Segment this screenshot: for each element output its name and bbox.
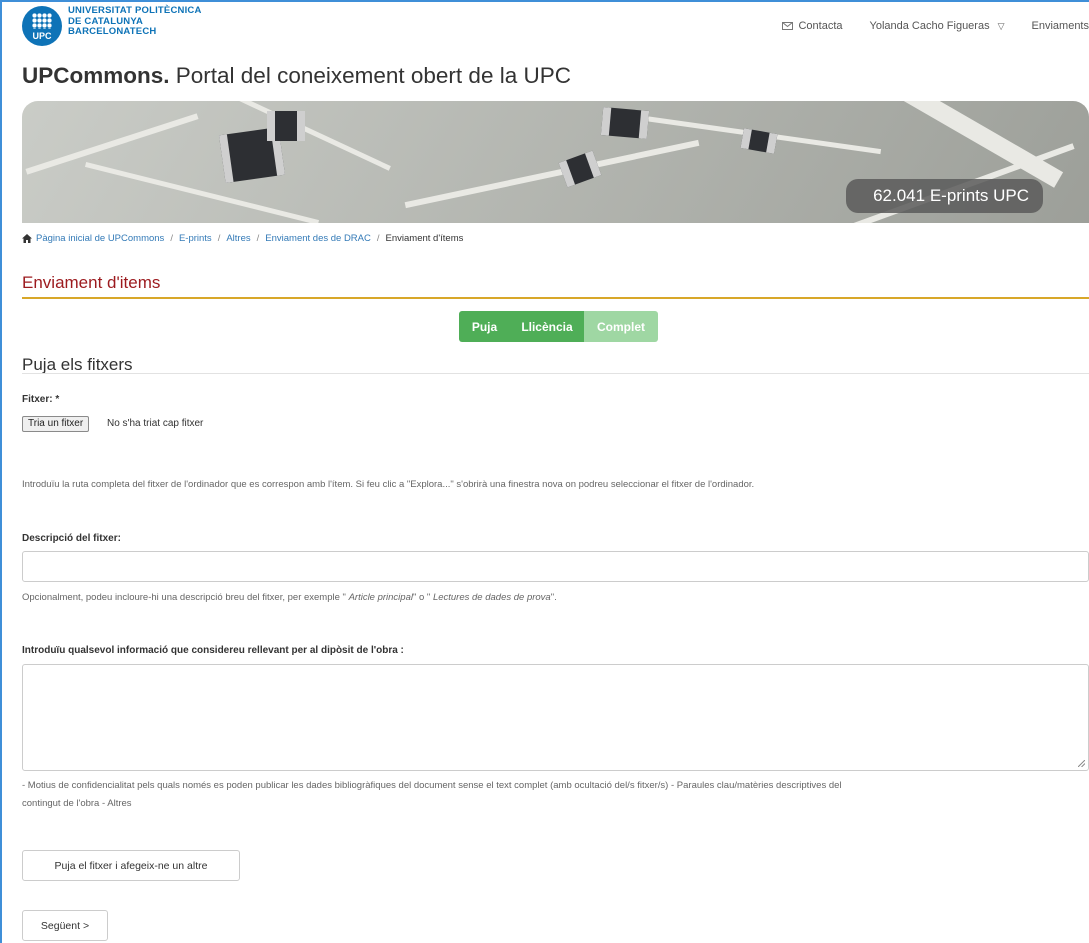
- top-bar: UPC UNIVERSITAT POLITÈCNICA DE CATALUNYA…: [22, 5, 1089, 46]
- description-help-prefix: Opcionalment, podeu incloure-hi una desc…: [22, 592, 349, 603]
- mail-icon: [782, 22, 794, 30]
- logo-dots-icon: [32, 13, 52, 29]
- upc-logo-mark: UPC: [22, 6, 62, 46]
- description-help-middle: " o ": [412, 592, 433, 603]
- upload-and-add-button[interactable]: Puja el fitxer i afegeix-ne un altre: [22, 850, 240, 881]
- eprints-count-badge: 62.041 E-prints UPC: [846, 179, 1043, 213]
- banner-image: 62.041 E-prints UPC: [22, 101, 1089, 223]
- next-button[interactable]: Següent >: [22, 910, 108, 941]
- description-input[interactable]: [22, 551, 1089, 582]
- breadcrumb-drac[interactable]: Enviament des de DRAC: [265, 233, 371, 244]
- breadcrumb: Pàgina inicial de UPCommons / E-prints /…: [22, 233, 463, 244]
- page-heading: Enviament d'items: [22, 273, 161, 292]
- file-status: No s'ha triat cap fitxer: [107, 418, 204, 429]
- breadcrumb-home[interactable]: Pàgina inicial de UPCommons: [36, 233, 164, 244]
- user-name: Yolanda Cacho Figueras: [869, 20, 990, 32]
- description-help-example-1: Article principal: [348, 592, 413, 603]
- description-label: Descripció del fitxer:: [22, 533, 121, 544]
- info-label: Introduïu qualsevol informació que consi…: [22, 645, 404, 656]
- breadcrumb-separator: /: [170, 233, 173, 244]
- breadcrumb-altres[interactable]: Altres: [226, 233, 250, 244]
- step-complete: Complet: [584, 311, 658, 342]
- logo-line-1: UNIVERSITAT POLITÈCNICA: [68, 5, 202, 16]
- site-title: UPCommons. Portal del coneixement obert …: [22, 63, 571, 89]
- contact-link[interactable]: Contacta: [782, 20, 843, 32]
- site-title-rest: Portal del coneixement obert de la UPC: [169, 63, 571, 88]
- upc-logo[interactable]: UPC UNIVERSITAT POLITÈCNICA DE CATALUNYA…: [22, 5, 202, 46]
- home-icon: [22, 234, 32, 243]
- description-help-text: Opcionalment, podeu incloure-hi una desc…: [22, 592, 557, 603]
- breadcrumb-separator: /: [217, 233, 221, 244]
- choose-file-button[interactable]: Tria un fitxer: [22, 416, 90, 432]
- logo-text: UNIVERSITAT POLITÈCNICA DE CATALUNYA BAR…: [68, 5, 202, 38]
- progress-steps: Puja Llicència Complet: [459, 311, 658, 342]
- logo-line-3: BARCELONATECH: [68, 26, 157, 37]
- step-upload[interactable]: Puja: [459, 311, 510, 342]
- resize-handle-icon[interactable]: [1078, 760, 1085, 767]
- submissions-link[interactable]: Enviaments: [1032, 20, 1089, 32]
- contact-label: Contacta: [798, 20, 843, 32]
- breadcrumb-separator: /: [376, 233, 380, 244]
- info-help-line-1: - Motius de confidencialitat pels quals …: [22, 780, 842, 791]
- step-license[interactable]: Llicència: [510, 311, 584, 342]
- triangle-down-icon: ▽: [997, 20, 1005, 31]
- breadcrumb-current: Enviament d'ítems: [385, 233, 464, 244]
- breadcrumb-eprints[interactable]: E-prints: [179, 233, 212, 244]
- description-help-suffix: ".: [550, 592, 557, 603]
- description-help-example-2: Lectures de dades de prova: [432, 592, 551, 603]
- info-help-line-2: contingut de l'obra - Altres: [22, 798, 132, 809]
- logo-mark-text: UPC: [32, 31, 52, 41]
- submissions-label: Enviaments: [1031, 20, 1089, 32]
- file-label: Fitxer: *: [22, 394, 60, 405]
- breadcrumb-separator: /: [256, 233, 260, 244]
- file-help-text: Introduïu la ruta completa del fitxer de…: [22, 479, 755, 490]
- top-nav: Contacta Yolanda Cacho Figueras ▽ Enviam…: [755, 20, 1089, 32]
- user-menu[interactable]: Yolanda Cacho Figueras ▽: [870, 20, 1005, 32]
- section-title: Puja els fitxers: [22, 355, 133, 374]
- section-divider: [22, 373, 1089, 374]
- heading-divider: [22, 297, 1089, 299]
- site-title-bold: UPCommons.: [22, 63, 170, 88]
- info-textarea[interactable]: [22, 664, 1089, 771]
